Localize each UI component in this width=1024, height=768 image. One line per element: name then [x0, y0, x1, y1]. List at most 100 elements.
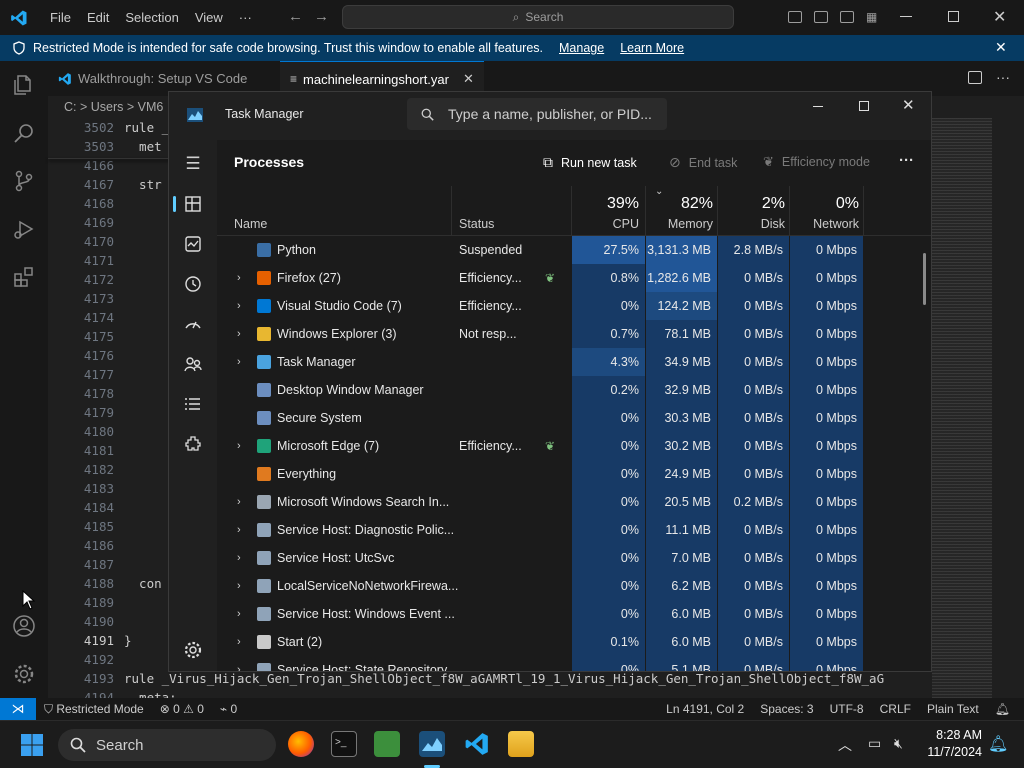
- cursor-position-status[interactable]: Ln 4191, Col 2: [658, 702, 752, 716]
- process-row[interactable]: › Firefox (27) Efficiency... ❦ 0.8% 1,282.6 M…: [217, 264, 931, 292]
- network-icon[interactable]: ▭: [868, 735, 881, 752]
- details-list-icon[interactable]: [183, 394, 203, 414]
- menu-view[interactable]: View: [187, 10, 231, 25]
- expand-chevron-icon[interactable]: ›: [237, 600, 249, 628]
- back-arrow-icon[interactable]: ←: [288, 8, 303, 25]
- search-icon[interactable]: [12, 121, 36, 145]
- code-line[interactable]: met: [124, 139, 162, 154]
- process-row[interactable]: › Service Host: Windows Event ... 0% 6.0 MB…: [217, 600, 931, 628]
- efficiency-mode-button[interactable]: ❦ Efficiency mode: [763, 154, 870, 170]
- source-control-icon[interactable]: [12, 169, 36, 193]
- settings-gear-icon[interactable]: [12, 662, 36, 686]
- indentation-status[interactable]: Spaces: 3: [752, 702, 821, 716]
- notification-bell-icon[interactable]: 🔔︎: [988, 734, 1008, 754]
- explorer-icon[interactable]: [12, 73, 36, 97]
- learn-more-link[interactable]: Learn More: [620, 41, 684, 55]
- forward-arrow-icon[interactable]: →: [314, 8, 329, 25]
- process-row[interactable]: › LocalServiceNoNetworkFirewa... 0% 6.2 MB 0…: [217, 572, 931, 600]
- end-task-button[interactable]: ⊘ End task: [669, 154, 737, 171]
- command-center-search[interactable]: ⌕ Search: [342, 5, 734, 29]
- process-row[interactable]: › Windows Explorer (3) Not resp... 0.7% 78.1…: [217, 320, 931, 348]
- app-history-icon[interactable]: [183, 274, 203, 294]
- more-actions-icon[interactable]: ···: [996, 69, 1010, 85]
- performance-icon[interactable]: [183, 234, 203, 254]
- terminal-icon[interactable]: >_: [331, 731, 357, 757]
- column-memory[interactable]: Memory: [647, 217, 713, 231]
- expand-chevron-icon[interactable]: ›: [237, 488, 249, 516]
- notepad-plus-icon[interactable]: [374, 731, 400, 757]
- process-row[interactable]: › Service Host: Diagnostic Polic... 0% 11.1…: [217, 516, 931, 544]
- processes-icon[interactable]: [183, 194, 203, 214]
- expand-chevron-icon[interactable]: ›: [237, 572, 249, 600]
- tm-maximize-icon[interactable]: [859, 101, 869, 111]
- tm-minimize-icon[interactable]: [813, 106, 823, 107]
- file-explorer-icon[interactable]: [508, 731, 534, 757]
- column-cpu[interactable]: CPU: [573, 217, 639, 231]
- expand-chevron-icon[interactable]: ›: [237, 628, 249, 656]
- process-row[interactable]: Desktop Window Manager 0.2% 32.9 MB 0 MB/s 0…: [217, 376, 931, 404]
- code-line[interactable]: str: [124, 177, 162, 192]
- expand-chevron-icon[interactable]: ›: [237, 544, 249, 572]
- notifications-bell-icon[interactable]: 🔔︎: [987, 702, 1018, 716]
- tm-close-icon[interactable]: ✕: [902, 96, 915, 114]
- disk-total[interactable]: 2%: [719, 195, 785, 213]
- extensions-icon[interactable]: [12, 265, 36, 289]
- network-total[interactable]: 0%: [791, 195, 859, 213]
- process-row[interactable]: Everything 0% 24.9 MB 0 MB/s 0 Mbps: [217, 460, 931, 488]
- expand-chevron-icon[interactable]: ›: [237, 348, 249, 376]
- process-search-input[interactable]: Type a name, publisher, or PID...: [407, 98, 667, 130]
- restricted-mode-status[interactable]: ⛉ Restricted Mode: [36, 702, 152, 717]
- process-row[interactable]: › Service Host: State Repository ... 0% 5.1…: [217, 656, 931, 671]
- minimap[interactable]: [932, 118, 992, 698]
- vscode-icon[interactable]: [464, 731, 490, 757]
- process-row[interactable]: › Microsoft Windows Search In... 0% 20.5 MB…: [217, 488, 931, 516]
- hamburger-menu-icon[interactable]: ☰: [183, 154, 203, 174]
- run-new-task-button[interactable]: ⧉ Run new task: [543, 154, 637, 171]
- cpu-total[interactable]: 39%: [573, 195, 639, 213]
- process-row[interactable]: › Task Manager 4.3% 34.9 MB 0 MB/s 0 Mbps: [217, 348, 931, 376]
- code-line[interactable]: rule _: [124, 120, 169, 135]
- expand-chevron-icon[interactable]: ›: [237, 292, 249, 320]
- problems-status[interactable]: ⊗ 0 ⚠ 0: [152, 702, 212, 716]
- maximize-icon[interactable]: [948, 11, 959, 22]
- close-window-icon[interactable]: ✕: [993, 7, 1006, 27]
- close-banner-icon[interactable]: ✕: [995, 39, 1007, 56]
- menu-selection[interactable]: Selection: [117, 10, 186, 25]
- menu-more[interactable]: ···: [231, 10, 260, 25]
- volume-muted-icon[interactable]: 🔇︎: [894, 735, 903, 752]
- customize-layout-icon[interactable]: ▦: [866, 10, 880, 24]
- process-list-scrollbar[interactable]: [923, 253, 926, 305]
- chevron-up-icon[interactable]: ︿: [838, 735, 852, 755]
- eol-status[interactable]: CRLF: [872, 702, 919, 716]
- process-row[interactable]: › Service Host: UtcSvc 0% 7.0 MB 0 MB/s 0 Mbp…: [217, 544, 931, 572]
- language-mode-status[interactable]: Plain Text: [919, 702, 987, 716]
- process-row[interactable]: Python Suspended 27.5% 3,131.3 MB 2.8 MB/s 0 …: [217, 236, 931, 264]
- code-line[interactable]: con: [124, 576, 162, 591]
- manage-link[interactable]: Manage: [559, 41, 604, 55]
- ports-status[interactable]: ⌁ 0: [212, 702, 245, 716]
- minimize-icon[interactable]: [900, 16, 912, 17]
- process-row[interactable]: › Visual Studio Code (7) Efficiency... 0% 12…: [217, 292, 931, 320]
- task-manager-icon[interactable]: [419, 731, 445, 757]
- encoding-status[interactable]: UTF-8: [822, 702, 872, 716]
- windows-start-icon[interactable]: [20, 733, 44, 757]
- taskbar-search[interactable]: Search: [58, 729, 276, 761]
- expand-chevron-icon[interactable]: ›: [237, 320, 249, 348]
- column-status[interactable]: Status: [459, 217, 494, 231]
- process-row[interactable]: › Microsoft Edge (7) Efficiency... ❦ 0% 30.2 …: [217, 432, 931, 460]
- run-debug-icon[interactable]: [12, 217, 36, 241]
- expand-chevron-icon[interactable]: ›: [237, 516, 249, 544]
- menu-file[interactable]: File: [42, 10, 79, 25]
- remote-indicator-icon[interactable]: ⋊: [0, 698, 36, 720]
- startup-apps-icon[interactable]: [183, 314, 203, 334]
- toggle-secondary-sidebar-icon[interactable]: [840, 11, 854, 23]
- firefox-icon[interactable]: [288, 731, 314, 757]
- settings-gear-icon[interactable]: [183, 640, 203, 660]
- code-line[interactable]: }: [124, 633, 132, 648]
- memory-total[interactable]: 82%: [647, 195, 713, 213]
- clock-date[interactable]: 11/7/2024: [920, 745, 982, 759]
- clock-time[interactable]: 8:28 AM: [920, 728, 982, 742]
- more-options-icon[interactable]: ···: [899, 152, 914, 169]
- users-icon[interactable]: [183, 354, 203, 374]
- account-icon[interactable]: [12, 614, 36, 638]
